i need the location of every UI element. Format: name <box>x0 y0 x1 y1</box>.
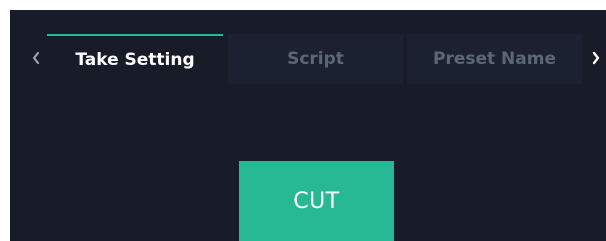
chevron-left-icon[interactable] <box>28 48 44 68</box>
tab-label: Take Setting <box>75 50 195 70</box>
tab-label: Preset Name <box>432 49 556 69</box>
tab-take-setting[interactable]: Take Setting <box>47 34 223 84</box>
chevron-right-icon[interactable] <box>588 48 604 68</box>
cut-button[interactable]: CUT <box>239 161 394 241</box>
tab-label: Script <box>287 49 344 69</box>
take-setting-panel: Take Setting Script Preset Name CUT <box>10 10 606 241</box>
tab-bar: Take Setting Script Preset Name <box>10 34 606 84</box>
tab-preset-name[interactable]: Preset Name <box>407 34 582 84</box>
tab-script[interactable]: Script <box>228 34 403 84</box>
